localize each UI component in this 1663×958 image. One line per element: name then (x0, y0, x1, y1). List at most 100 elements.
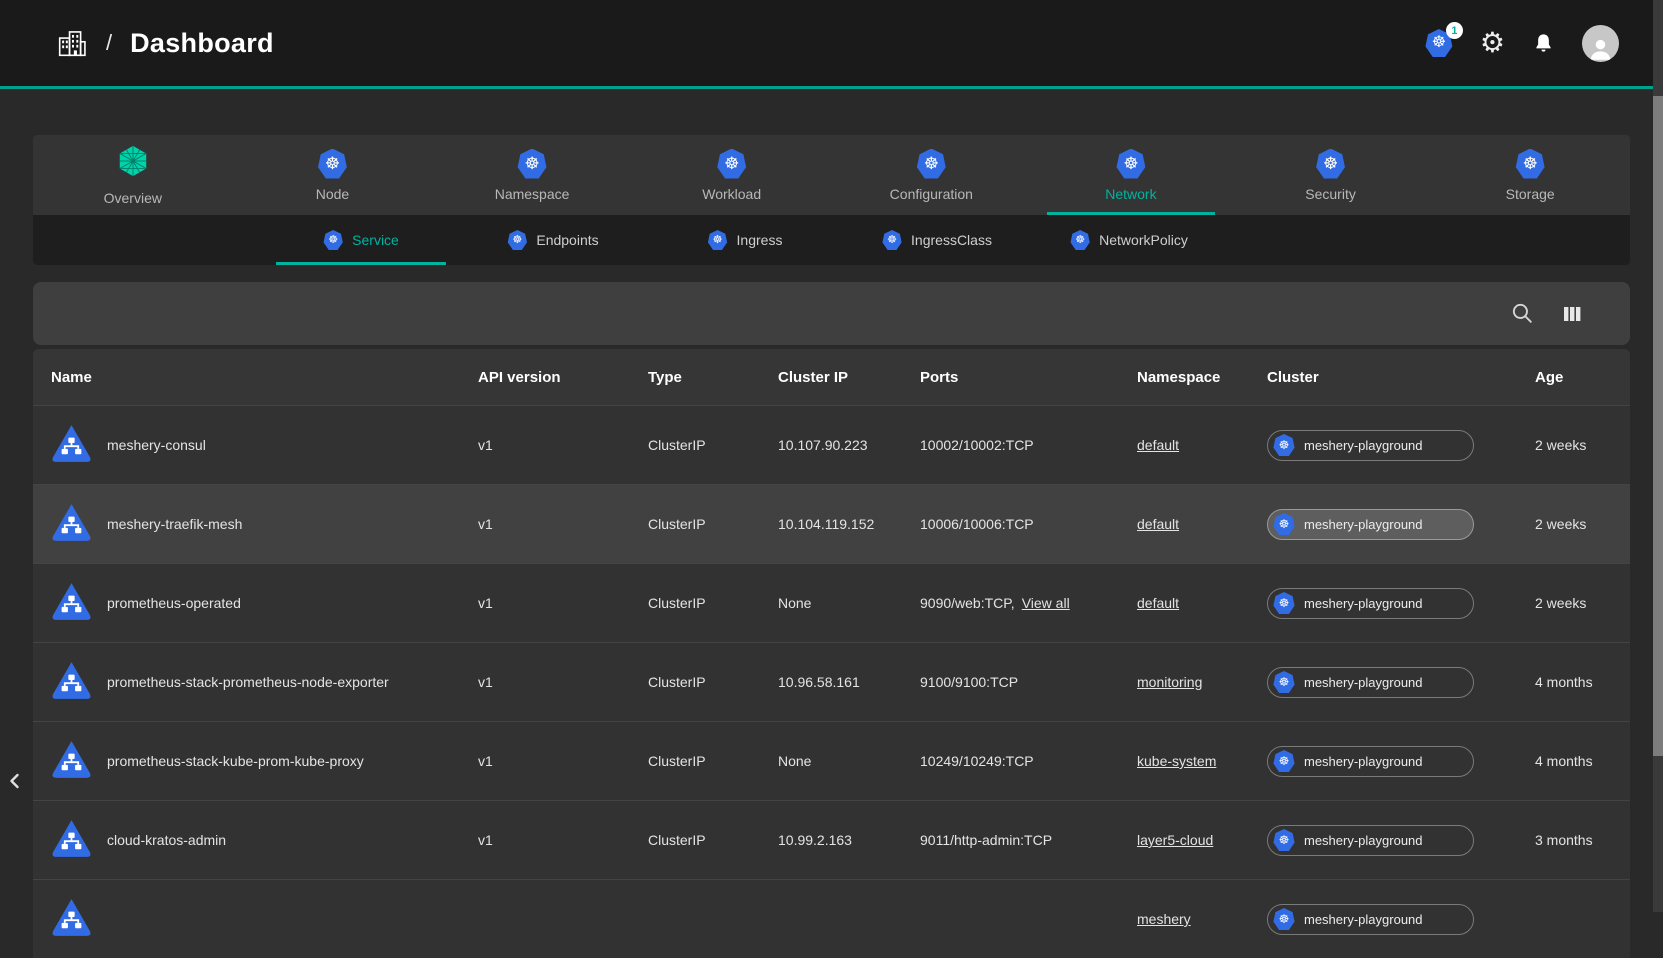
type-cell: ClusterIP (648, 516, 778, 532)
age-cell: 4 months (1535, 753, 1630, 769)
table-row[interactable]: prometheus-stack-prometheus-node-exporte… (33, 642, 1630, 721)
tab-namespace[interactable]: ☸Namespace (432, 135, 632, 215)
service-name: cloud-kratos-admin (107, 832, 226, 848)
cluster-chip[interactable]: ☸ meshery-playground (1267, 746, 1474, 777)
name-cell: prometheus-stack-prometheus-node-exporte… (33, 659, 478, 705)
cluster-ip-cell: 10.107.90.223 (778, 437, 920, 453)
tab-node[interactable]: ☸Node (233, 135, 433, 215)
column-header-cluster-ip[interactable]: Cluster IP (778, 369, 920, 386)
age-cell: 2 weeks (1535, 437, 1630, 453)
tab-workload[interactable]: ☸Workload (632, 135, 832, 215)
column-header-cluster[interactable]: Cluster (1267, 369, 1535, 386)
table-row[interactable]: meshery ☸meshery-playground (33, 879, 1630, 958)
type-cell: ClusterIP (648, 832, 778, 848)
cluster-chip[interactable]: ☸meshery-playground (1267, 825, 1474, 856)
column-header-ports[interactable]: Ports (920, 369, 1137, 386)
table-toolbar (33, 282, 1630, 345)
resource-category-card: Overview☸Node☸Namespace☸Workload☸Configu… (33, 135, 1630, 265)
namespace-link[interactable]: default (1137, 516, 1179, 532)
tab-label: Workload (702, 186, 761, 202)
tab-security[interactable]: ☸Security (1231, 135, 1431, 215)
breadcrumb-separator: / (106, 30, 112, 56)
user-avatar[interactable] (1582, 25, 1619, 62)
table-header-row: NameAPI versionTypeCluster IPPortsNamesp… (33, 349, 1630, 405)
table-row[interactable]: meshery-traefik-meshv1ClusterIP10.104.11… (33, 484, 1630, 563)
subtab-ingress[interactable]: ☸ Ingress (649, 215, 841, 265)
scrollbar-thumb[interactable] (1653, 96, 1663, 756)
service-icon (50, 501, 93, 547)
kubernetes-icon: ☸ (916, 149, 946, 179)
table-row[interactable]: meshery-consulv1ClusterIP10.107.90.22310… (33, 405, 1630, 484)
network-subtabs: ☸Service☸Endpoints☸Ingress☸IngressClass☸… (33, 215, 1630, 265)
kubernetes-icon: ☸ (323, 230, 343, 250)
subtab-label: Service (352, 232, 399, 248)
services-table: NameAPI versionTypeCluster IPPortsNamesp… (33, 349, 1630, 958)
api-version-cell: v1 (478, 437, 648, 453)
tab-storage[interactable]: ☸Storage (1430, 135, 1630, 215)
ports-value: 10002/10002:TCP (920, 437, 1034, 453)
kubernetes-icon: ☸ (507, 230, 527, 250)
resource-tabs: Overview☸Node☸Namespace☸Workload☸Configu… (33, 135, 1630, 215)
kubernetes-icon: ☸ (708, 230, 728, 250)
namespace-cell: default (1137, 595, 1267, 611)
cluster-chip-label: meshery-playground (1304, 833, 1423, 848)
table-row[interactable]: prometheus-operatedv1ClusterIPNone9090/w… (33, 563, 1630, 642)
tab-label: Storage (1506, 186, 1555, 202)
namespace-cell: kube-system (1137, 753, 1267, 769)
ports-cell: 9011/http-admin:TCP (920, 832, 1137, 848)
view-columns-icon[interactable] (1560, 302, 1584, 326)
service-icon (50, 817, 93, 863)
cluster-cell: ☸meshery-playground (1267, 667, 1535, 698)
table-row[interactable]: cloud-kratos-adminv1ClusterIP10.99.2.163… (33, 800, 1630, 879)
kubernetes-icon: ☸ (1116, 149, 1146, 179)
subtab-label: Ingress (737, 232, 783, 248)
tab-label: Node (316, 186, 349, 202)
search-icon[interactable] (1510, 301, 1535, 326)
view-all-link[interactable]: View all (1022, 595, 1070, 611)
namespace-link[interactable]: meshery (1137, 911, 1191, 927)
app-header: / Dashboard ☸ 1 ⚙ (0, 0, 1663, 89)
context-count-badge: 1 (1446, 22, 1463, 39)
tab-configuration[interactable]: ☸Configuration (832, 135, 1032, 215)
namespace-link[interactable]: default (1137, 437, 1179, 453)
breadcrumb: / Dashboard (56, 27, 274, 59)
kubernetes-context-icon[interactable]: ☸ 1 (1425, 29, 1453, 57)
age-cell: 2 weeks (1535, 595, 1630, 611)
tab-overview[interactable]: Overview (33, 135, 233, 215)
namespace-link[interactable]: kube-system (1137, 753, 1216, 769)
api-version-cell: v1 (478, 674, 648, 690)
service-icon (50, 659, 93, 705)
collapse-drawer-button[interactable] (2, 764, 30, 800)
subtab-ingressclass[interactable]: ☸IngressClass (841, 215, 1033, 265)
bell-icon[interactable] (1532, 32, 1555, 55)
column-header-api-version[interactable]: API version (478, 369, 648, 386)
column-header-age[interactable]: Age (1535, 369, 1630, 386)
cluster-chip[interactable]: ☸meshery-playground (1267, 904, 1474, 935)
tab-network[interactable]: ☸Network (1031, 135, 1231, 215)
gear-icon[interactable]: ⚙ (1480, 29, 1505, 57)
kubernetes-icon: ☸ (1273, 434, 1295, 456)
ports-cell: 9100/9100:TCP (920, 674, 1137, 690)
cluster-chip[interactable]: ☸meshery-playground (1267, 588, 1474, 619)
cluster-chip[interactable]: ☸meshery-playground (1267, 667, 1474, 698)
column-header-namespace[interactable]: Namespace (1137, 369, 1267, 386)
chevron-left-icon (4, 767, 28, 795)
table-row[interactable]: prometheus-stack-kube-prom-kube-proxyv1C… (33, 721, 1630, 800)
column-header-name[interactable]: Name (33, 369, 478, 386)
service-name: prometheus-stack-kube-prom-kube-proxy (107, 753, 364, 769)
namespace-link[interactable]: layer5-cloud (1137, 832, 1213, 848)
tab-label: Security (1305, 186, 1356, 202)
namespace-link[interactable]: monitoring (1137, 674, 1202, 690)
cluster-chip[interactable]: ☸meshery-playground (1267, 430, 1474, 461)
subtab-networkpolicy[interactable]: ☸NetworkPolicy (1033, 215, 1225, 265)
kubernetes-icon: ☸ (1273, 750, 1295, 772)
namespace-link[interactable]: default (1137, 595, 1179, 611)
column-header-type[interactable]: Type (648, 369, 778, 386)
page-scrollbar (1653, 0, 1663, 912)
cluster-chip-label: meshery-playground (1304, 754, 1423, 769)
subtab-endpoints[interactable]: ☸Endpoints (457, 215, 649, 265)
cluster-cell: ☸meshery-playground (1267, 509, 1535, 540)
subtab-service[interactable]: ☸ Service (265, 215, 457, 265)
cluster-chip[interactable]: ☸meshery-playground (1267, 509, 1474, 540)
building-icon[interactable] (56, 27, 88, 59)
